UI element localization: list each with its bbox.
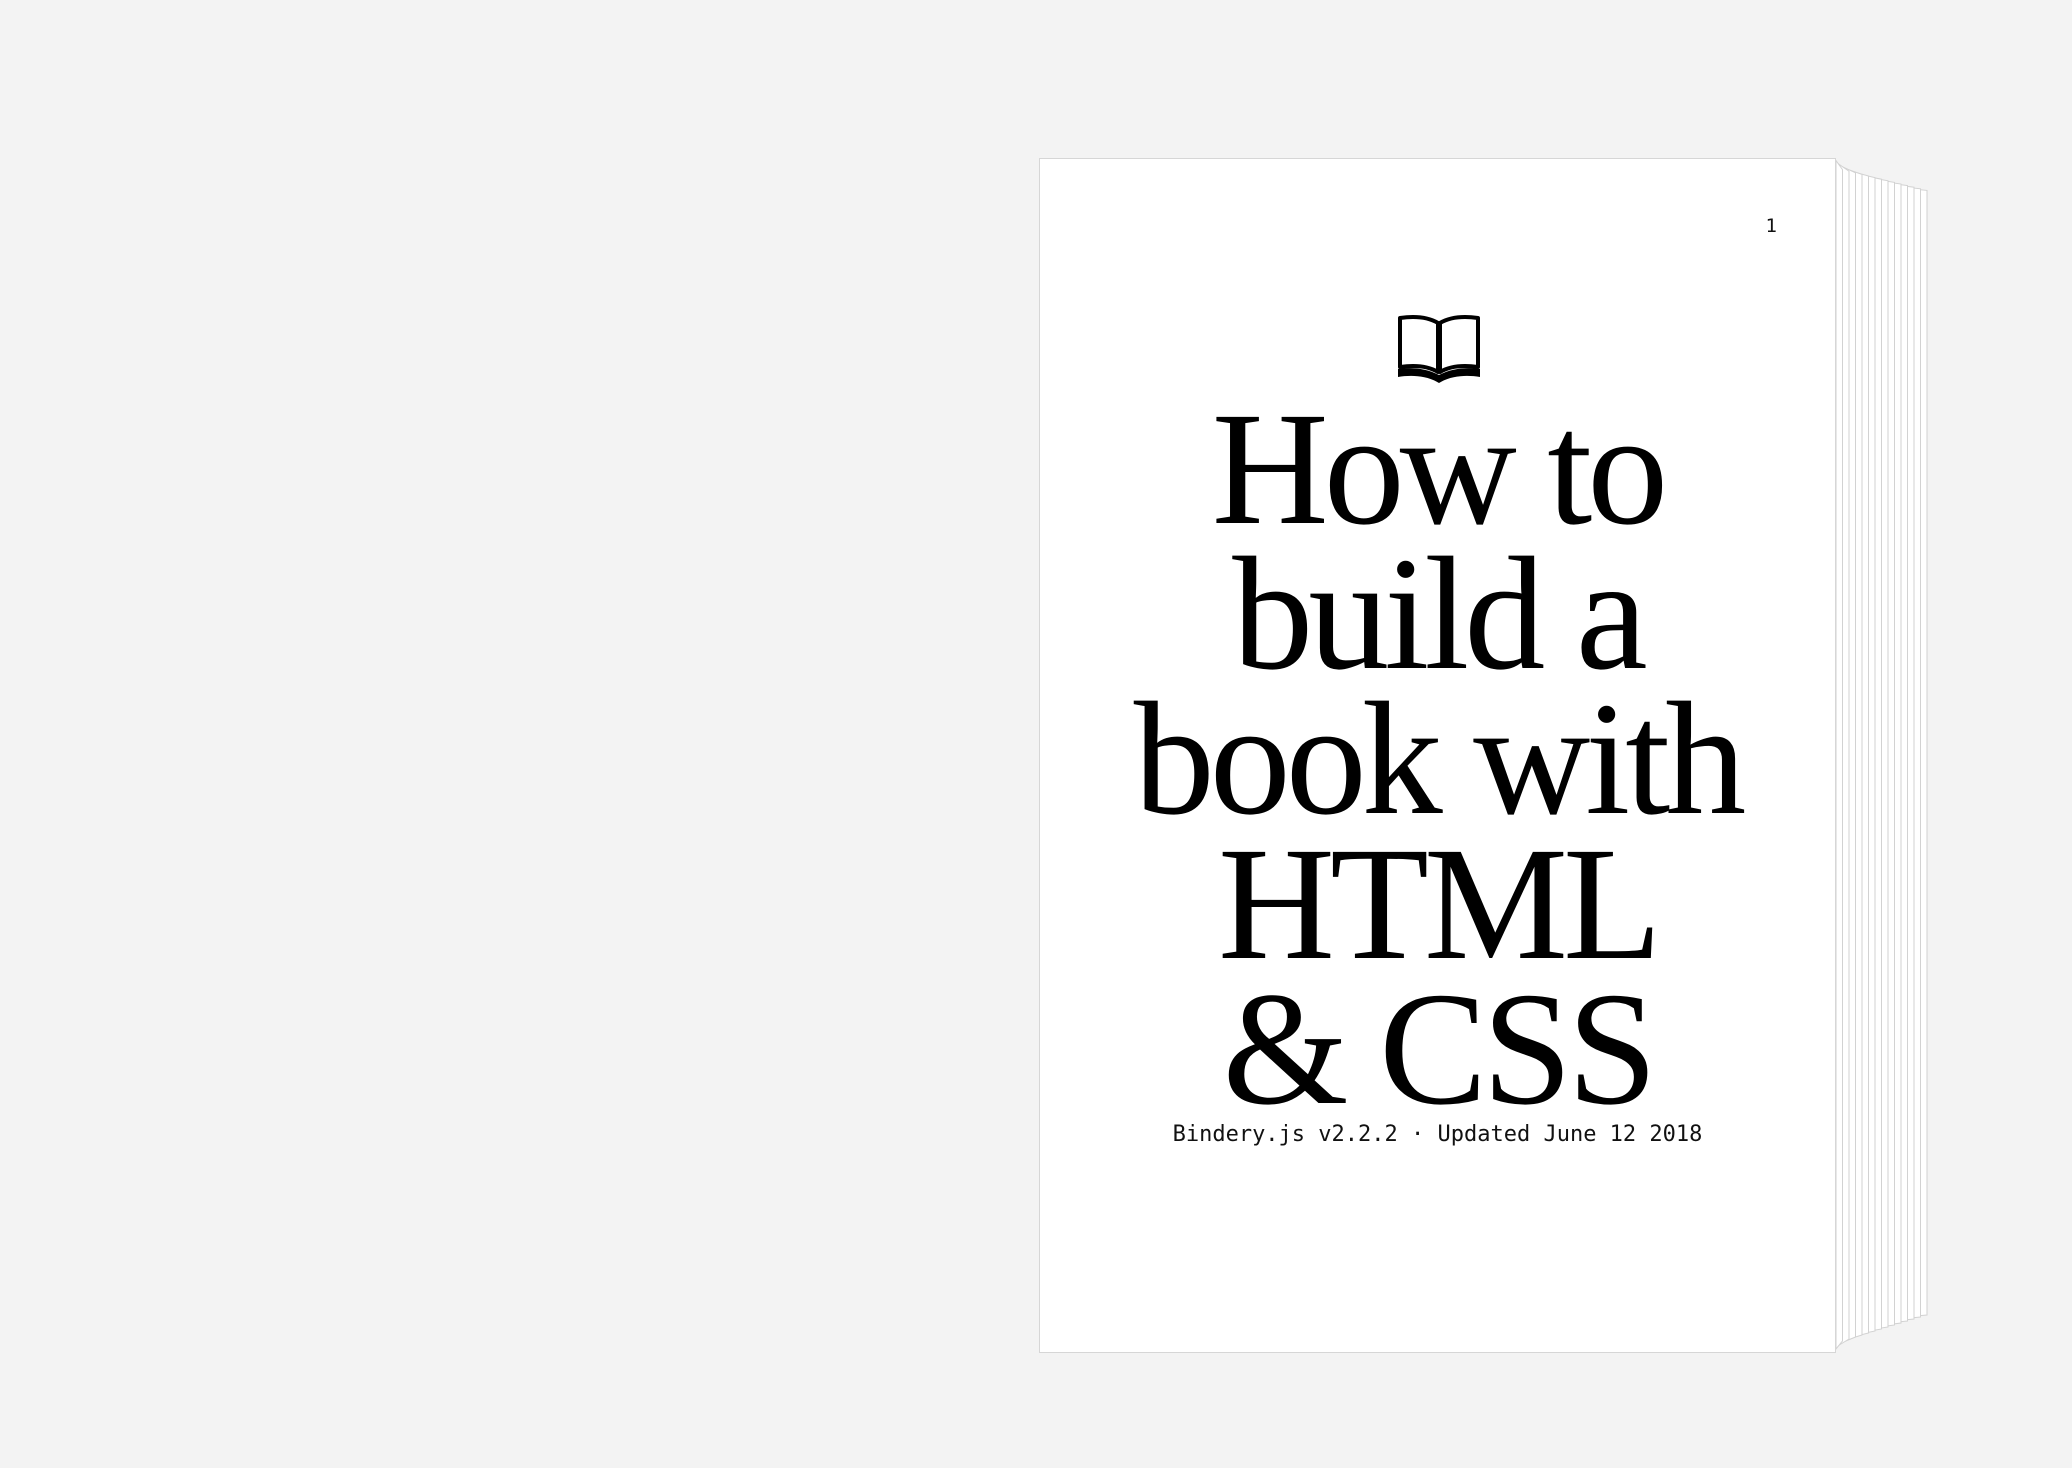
open-book-icon	[1398, 315, 1480, 383]
title-line: book with	[1133, 670, 1747, 849]
page-edge	[1835, 159, 1843, 1351]
title-line: HTML	[1218, 815, 1662, 994]
book-title: How to build a book with HTML & CSS	[1040, 380, 1835, 1139]
cover-page[interactable]: 1 How to build a book with HTML & CSS Bi…	[1039, 158, 1836, 1353]
page-number: 1	[1765, 215, 1777, 237]
title-line: How to	[1211, 380, 1669, 559]
version-info: Bindery.js v2.2.2 · Updated June 12 2018	[1172, 1122, 1703, 1147]
title-line: & CSS	[1222, 960, 1658, 1139]
title-line: build a	[1232, 525, 1647, 704]
